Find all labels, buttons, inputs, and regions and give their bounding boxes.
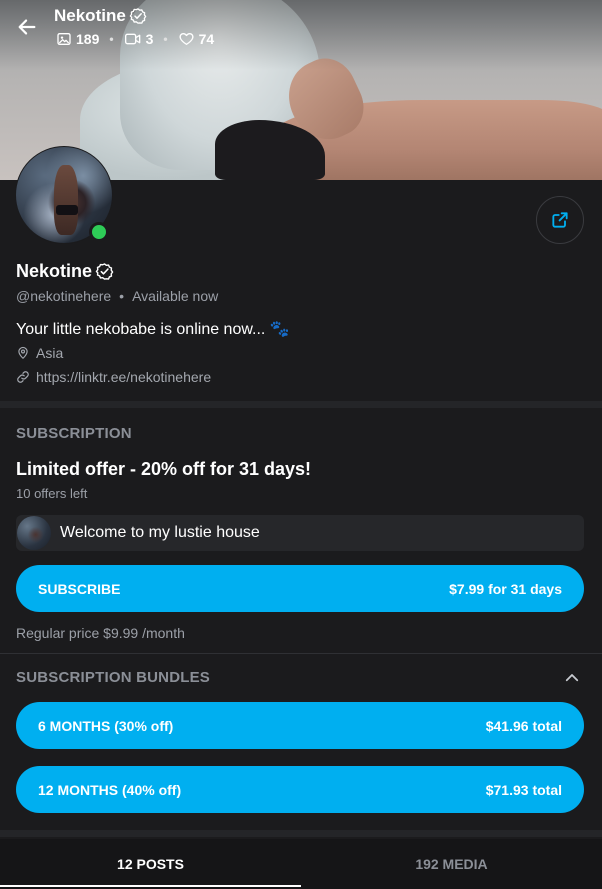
bundle-12-months-button[interactable]: 12 MONTHS (40% off) $71.93 total xyxy=(16,766,584,813)
bundle-price: $71.93 total xyxy=(485,781,562,798)
offers-left: 10 offers left xyxy=(16,486,88,501)
bundle-label: 12 MONTHS (40% off) xyxy=(38,781,182,798)
heart-icon xyxy=(179,33,194,45)
verified-badge-icon xyxy=(129,8,147,24)
profile-link[interactable]: https://linktr.ee/nekotinehere xyxy=(36,369,211,385)
share-icon xyxy=(552,212,568,228)
link-icon xyxy=(17,371,29,383)
profile-name: Nekotine xyxy=(16,261,114,282)
link-row: https://linktr.ee/nekotinehere xyxy=(16,369,211,385)
subscription-section-title: SUBSCRIPTION xyxy=(16,425,132,442)
image-icon xyxy=(57,33,71,45)
section-divider xyxy=(0,830,602,837)
profile-subtitle: @nekotinehere • Available now xyxy=(16,288,218,304)
location-text: Asia xyxy=(36,345,64,361)
offer-title: Limited offer - 20% off for 31 days! xyxy=(16,459,312,479)
tab-posts[interactable]: 12 POSTS xyxy=(0,839,301,889)
share-button[interactable] xyxy=(536,196,584,244)
arrow-left-icon xyxy=(18,19,36,35)
separator-dot: • xyxy=(163,32,168,46)
collapse-bundles-button[interactable] xyxy=(560,666,584,690)
back-button[interactable] xyxy=(12,12,42,42)
subscribe-button[interactable]: SUBSCRIBE $7.99 for 31 days xyxy=(16,565,584,612)
videos-count: 3 xyxy=(124,31,153,47)
header-title: Nekotine xyxy=(54,6,147,26)
location-pin-icon xyxy=(18,346,28,360)
availability-status: Available now xyxy=(132,288,219,304)
section-divider xyxy=(0,653,602,654)
chevron-up-icon xyxy=(565,674,579,682)
welcome-message: Welcome to my lustie house xyxy=(16,515,584,551)
content-tabs: 12 POSTS 192 MEDIA xyxy=(0,839,602,889)
section-divider xyxy=(0,401,602,408)
separator-dot: • xyxy=(119,288,125,304)
regular-price: Regular price $9.99 /month xyxy=(16,625,185,641)
tab-media[interactable]: 192 MEDIA xyxy=(301,839,602,889)
online-status-indicator xyxy=(89,222,109,242)
welcome-message-text: Welcome to my lustie house xyxy=(60,524,260,541)
subscribe-price: $7.99 for 31 days xyxy=(449,580,562,597)
video-icon xyxy=(124,33,140,45)
photos-count: 189 xyxy=(56,31,99,47)
profile-handle: @nekotinehere xyxy=(16,288,112,304)
likes-count: 74 xyxy=(178,31,214,47)
bundle-label: 6 MONTHS (30% off) xyxy=(38,717,174,734)
bundle-6-months-button[interactable]: 6 MONTHS (30% off) $41.96 total xyxy=(16,702,584,749)
profile-bio: Your little nekobabe is online now... 🐾 xyxy=(16,321,290,338)
profile-page: Nekotine 189 • 3 • 74 Nekotine @nekotine… xyxy=(0,0,602,889)
avatar xyxy=(17,516,51,550)
verified-badge-icon xyxy=(95,263,114,280)
header-name: Nekotine xyxy=(54,6,126,25)
location-row: Asia xyxy=(16,345,63,361)
separator-dot: • xyxy=(109,32,114,46)
header-stats: 189 • 3 • 74 xyxy=(56,31,214,47)
subscribe-label: SUBSCRIBE xyxy=(38,580,121,597)
top-bar: Nekotine 189 • 3 • 74 xyxy=(0,0,602,60)
bundles-section-title: SUBSCRIPTION BUNDLES xyxy=(16,669,211,686)
bundle-price: $41.96 total xyxy=(485,717,562,734)
